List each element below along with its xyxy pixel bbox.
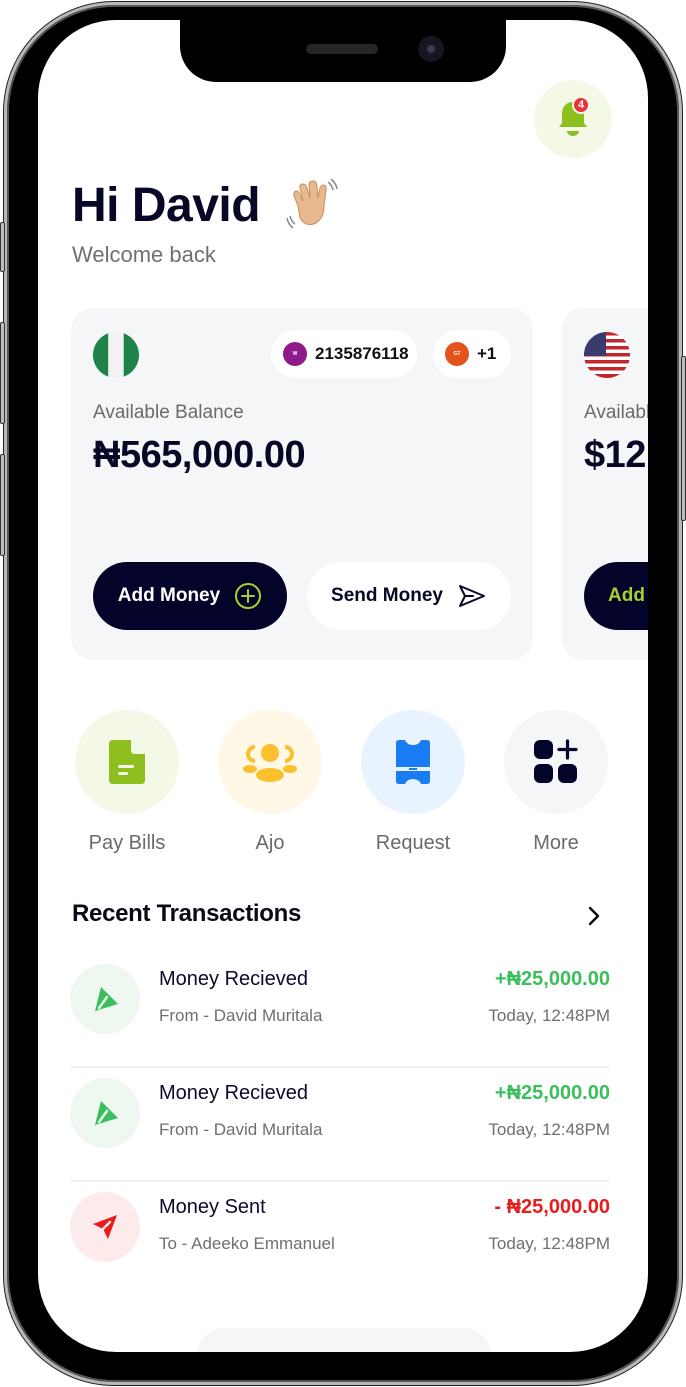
transaction-title: Money Sent bbox=[159, 1196, 266, 1218]
group-icon bbox=[243, 744, 297, 782]
transaction-party: From - David Muritala bbox=[159, 1120, 323, 1139]
transaction-row[interactable]: Money Sent To - Adeeko Emmanuel - ₦25,00… bbox=[70, 1182, 610, 1296]
received-icon-circle bbox=[70, 1078, 140, 1148]
more-accounts-count: +1 bbox=[477, 344, 497, 363]
quick-action-more[interactable]: More bbox=[504, 710, 608, 855]
quick-action-pay-bills[interactable]: Pay Bills bbox=[75, 710, 179, 855]
bill-icon bbox=[109, 740, 145, 784]
balance-label: Available Balance bbox=[584, 402, 648, 423]
account-number-chip[interactable]: W 2135876118 bbox=[271, 330, 417, 378]
transaction-row[interactable]: Money Recieved From - David Muritala +₦2… bbox=[70, 954, 610, 1068]
greeting-title: Hi David bbox=[72, 179, 261, 232]
transaction-amount: +₦25,000.00 bbox=[494, 1082, 610, 1104]
account-number: 2135876118 bbox=[315, 344, 409, 363]
received-icon-circle bbox=[70, 964, 140, 1034]
ticket-icon bbox=[396, 740, 430, 784]
volume-up-button bbox=[0, 322, 5, 424]
grid-plus-icon bbox=[534, 739, 578, 783]
balance-amount: $12 bbox=[584, 434, 646, 476]
transaction-party: To - Adeeko Emmanuel bbox=[159, 1234, 335, 1253]
notifications-button[interactable]: 4 bbox=[534, 80, 612, 158]
view-all-transactions-button[interactable] bbox=[582, 902, 606, 930]
quick-action-label: Ajo bbox=[255, 832, 285, 854]
volume-down-button bbox=[0, 454, 5, 556]
send-money-label: Send Money bbox=[331, 585, 443, 606]
transaction-title: Money Recieved bbox=[159, 968, 308, 990]
send-arrow-icon bbox=[458, 585, 485, 607]
waving-hand-icon bbox=[286, 178, 338, 229]
nigeria-flag-icon bbox=[93, 332, 139, 378]
add-money-button[interactable]: Add Money bbox=[93, 562, 287, 630]
app-screen: 4 Hi David Welcome back W 2135876118 GT … bbox=[38, 20, 648, 1352]
pay-bills-circle bbox=[75, 710, 179, 814]
transaction-row[interactable]: Money Recieved From - David Muritala +₦2… bbox=[70, 1068, 610, 1182]
request-circle bbox=[361, 710, 465, 814]
quick-action-label: Pay Bills bbox=[88, 832, 166, 854]
add-money-button[interactable]: Add bbox=[584, 562, 648, 630]
quick-action-ajo[interactable]: Ajo bbox=[218, 710, 322, 855]
balance-amount: ₦565,000.00 bbox=[93, 434, 306, 476]
power-button bbox=[681, 356, 686, 521]
wallet-card-ngn[interactable]: W 2135876118 GT +1 Available Balance ₦56… bbox=[71, 308, 533, 660]
speaker bbox=[306, 44, 378, 54]
transaction-time: Today, 12:48PM bbox=[488, 1120, 610, 1139]
send-money-button[interactable]: Send Money bbox=[307, 562, 511, 630]
arrow-received-icon bbox=[95, 1101, 118, 1125]
arrow-received-icon bbox=[95, 987, 118, 1011]
plus-circle-icon bbox=[235, 583, 262, 609]
ajo-circle bbox=[218, 710, 322, 814]
gtbank-logo-icon: GT bbox=[445, 342, 469, 366]
transaction-party: From - David Muritala bbox=[159, 1006, 323, 1025]
quick-action-label: More bbox=[533, 832, 579, 854]
more-circle bbox=[504, 710, 608, 814]
transaction-time: Today, 12:48PM bbox=[488, 1234, 610, 1253]
sent-icon-circle bbox=[70, 1192, 140, 1262]
transaction-amount: - ₦25,000.00 bbox=[494, 1196, 610, 1218]
transaction-time: Today, 12:48PM bbox=[488, 1006, 610, 1025]
quick-action-label: Request bbox=[375, 832, 451, 854]
quick-action-request[interactable]: Request bbox=[361, 710, 465, 855]
chevron-right-icon bbox=[588, 906, 600, 926]
wallet-card-usd[interactable]: Available Balance $12 Add bbox=[562, 308, 648, 660]
transaction-amount: +₦25,000.00 bbox=[494, 968, 610, 990]
us-flag-icon bbox=[584, 332, 630, 378]
front-camera bbox=[418, 36, 444, 62]
recent-transactions-title: Recent Transactions bbox=[72, 900, 302, 927]
add-money-label: Add Money bbox=[117, 585, 221, 606]
add-money-label: Add bbox=[608, 585, 645, 606]
notch bbox=[180, 20, 506, 82]
bottom-nav-bar[interactable] bbox=[196, 1328, 492, 1352]
balance-label: Available Balance bbox=[93, 402, 244, 423]
welcome-subtitle: Welcome back bbox=[72, 242, 216, 267]
transaction-title: Money Recieved bbox=[159, 1082, 308, 1104]
mute-switch bbox=[0, 222, 5, 272]
more-accounts-chip[interactable]: GT +1 bbox=[433, 330, 511, 378]
notification-badge: 4 bbox=[572, 96, 590, 114]
wema-bank-logo-icon: W bbox=[283, 342, 307, 366]
arrow-sent-icon bbox=[93, 1215, 117, 1239]
